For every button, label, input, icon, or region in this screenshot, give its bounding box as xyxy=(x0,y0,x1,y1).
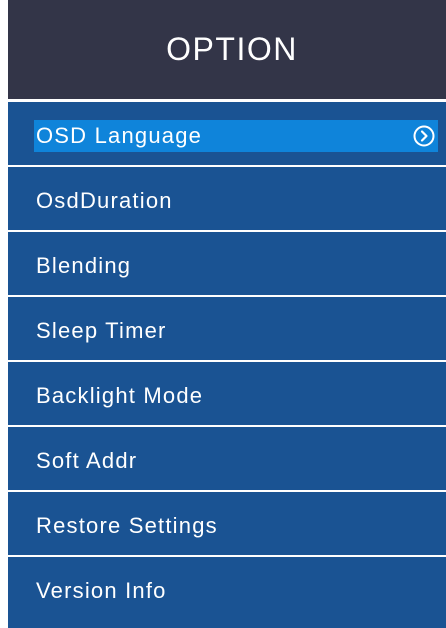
menu-item-version-info[interactable]: Version Info xyxy=(8,557,446,622)
option-menu-list: OSD Language OsdDuration Blending Sleep … xyxy=(8,102,446,622)
menu-item-label: Sleep Timer xyxy=(36,318,167,343)
menu-item-soft-addr[interactable]: Soft Addr xyxy=(8,427,446,492)
menu-item-backlight-mode[interactable]: Backlight Mode xyxy=(8,362,446,427)
menu-item-blending[interactable]: Blending xyxy=(8,232,446,297)
menu-header: OPTION xyxy=(8,0,446,102)
menu-item-label: OSD Language xyxy=(36,123,203,148)
menu-item-label: Backlight Mode xyxy=(36,383,204,408)
chevron-right-circle-icon[interactable] xyxy=(413,125,435,147)
menu-item-label: Restore Settings xyxy=(36,513,218,538)
menu-item-osd-language[interactable]: OSD Language xyxy=(8,102,446,167)
menu-item-sleep-timer[interactable]: Sleep Timer xyxy=(8,297,446,362)
menu-item-label: Blending xyxy=(36,253,132,278)
selection-highlight: OSD Language xyxy=(34,120,438,152)
menu-item-restore-settings[interactable]: Restore Settings xyxy=(8,492,446,557)
menu-item-label: OsdDuration xyxy=(36,188,173,213)
menu-item-label: Soft Addr xyxy=(36,448,138,473)
menu-item-label: Version Info xyxy=(36,578,167,603)
menu-item-osd-duration[interactable]: OsdDuration xyxy=(8,167,446,232)
osd-option-panel: OPTION OSD Language OsdDuration Blending xyxy=(8,0,446,628)
page-title: OPTION xyxy=(166,31,298,67)
